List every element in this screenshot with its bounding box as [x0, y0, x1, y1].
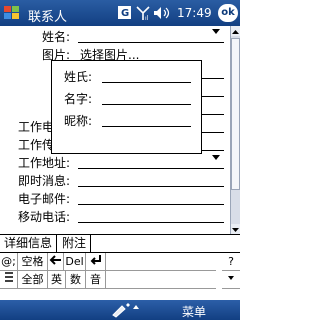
menu-button[interactable]: 菜单: [182, 303, 206, 320]
svg-text:G: G: [121, 8, 129, 19]
title-bar: 联系人 G ıl 17:49 ok: [0, 0, 240, 26]
last-name-row[interactable]: 姓氏:: [52, 67, 201, 85]
enter-key[interactable]: [86, 253, 106, 271]
windows-start-icon[interactable]: [2, 3, 22, 23]
speaker-icon[interactable]: [152, 5, 172, 21]
delete-key[interactable]: Del: [64, 253, 86, 271]
enter-icon: [90, 255, 101, 265]
backspace-icon: [49, 255, 61, 265]
numbers-key[interactable]: 数: [66, 271, 86, 289]
candidate-area: [106, 253, 216, 271]
svg-text:ıl: ıl: [145, 15, 149, 21]
input-panel: @; 空格 Del ? 全部 英 数 音: [0, 252, 240, 301]
notification-g-icon[interactable]: G: [118, 5, 132, 21]
sound-key[interactable]: 音: [86, 271, 106, 289]
menu-key[interactable]: [0, 271, 18, 289]
backspace-key[interactable]: [48, 253, 64, 271]
first-name-field[interactable]: [102, 104, 191, 105]
first-name-row[interactable]: 名字:: [52, 89, 201, 107]
scroll-down-icon[interactable]: [231, 224, 240, 234]
input-panel-icon[interactable]: [110, 302, 132, 318]
all-key[interactable]: 全部: [18, 271, 48, 289]
list-icon: [4, 272, 13, 282]
mobile-field[interactable]: [78, 222, 224, 223]
help-key[interactable]: ?: [222, 253, 240, 271]
address-dropdown-icon[interactable]: [212, 155, 220, 160]
nickname-field[interactable]: [102, 126, 191, 127]
clock[interactable]: 17:49: [177, 6, 212, 20]
signal-strength-icon[interactable]: ıl: [136, 5, 150, 21]
mobile-label: 移动电话:: [18, 210, 71, 224]
triangle-down-icon: [228, 276, 234, 280]
menu-bar: 菜单: [0, 300, 240, 320]
last-name-field[interactable]: [102, 82, 191, 83]
first-name-label: 名字:: [64, 92, 93, 106]
email-label: 电子邮件:: [18, 192, 71, 206]
scroll-down-key[interactable]: [222, 271, 240, 289]
nickname-label: 昵称:: [64, 114, 93, 128]
email-row[interactable]: 电子邮件:: [0, 189, 230, 207]
app-title: 联系人: [28, 10, 68, 25]
candidate-area: [106, 271, 216, 289]
ok-button[interactable]: ok: [218, 4, 238, 22]
english-key[interactable]: 英: [48, 271, 66, 289]
tab-bar: 详细信息 附注: [0, 234, 240, 253]
name-details-popup: 姓氏: 名字: 昵称:: [51, 60, 202, 154]
scroll-up-icon[interactable]: [231, 26, 240, 36]
space-key[interactable]: 空格: [18, 253, 48, 271]
im-label: 即时消息:: [18, 174, 71, 188]
nickname-row[interactable]: 昵称:: [52, 111, 201, 129]
name-label: 姓名:: [42, 30, 71, 44]
name-field[interactable]: [78, 42, 224, 43]
vertical-scrollbar[interactable]: [230, 26, 240, 234]
name-dropdown-icon[interactable]: [212, 29, 220, 34]
work-address-field[interactable]: [78, 168, 224, 169]
name-row[interactable]: 姓名:: [0, 27, 230, 45]
scroll-thumb[interactable]: [231, 38, 240, 190]
caret-up-icon[interactable]: [132, 304, 140, 310]
work-address-row[interactable]: 工作地址:: [0, 153, 230, 171]
email-field[interactable]: [78, 204, 224, 205]
symbols-key[interactable]: @;: [0, 253, 18, 271]
work-address-label: 工作地址:: [18, 156, 71, 170]
tab-notes[interactable]: 附注: [58, 235, 92, 252]
im-row[interactable]: 即时消息:: [0, 171, 230, 189]
mobile-row[interactable]: 移动电话:: [0, 207, 230, 225]
last-name-label: 姓氏:: [64, 70, 93, 84]
tab-details[interactable]: 详细信息: [0, 235, 58, 252]
im-field[interactable]: [78, 186, 224, 187]
